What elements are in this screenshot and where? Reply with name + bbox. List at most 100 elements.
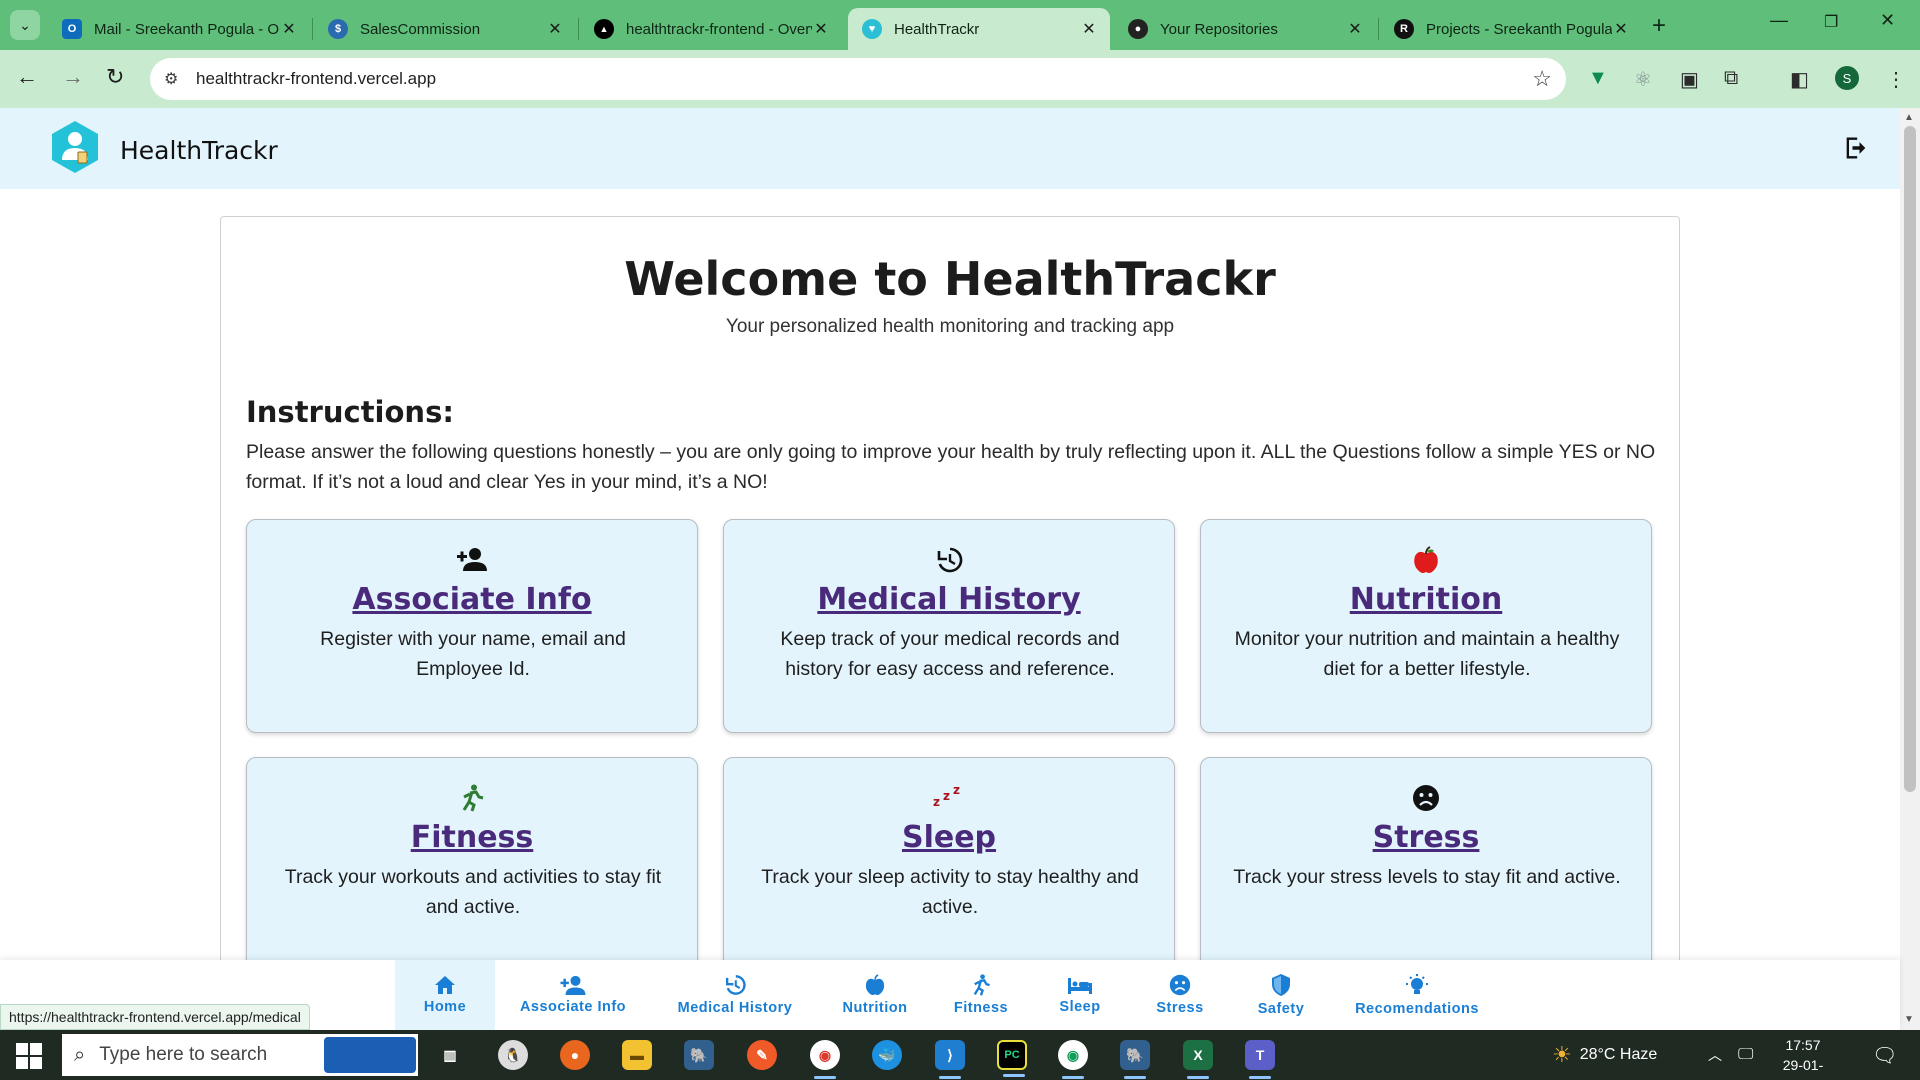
feature-description: Track your workouts and activities to st… (284, 866, 662, 918)
feature-title[interactable]: Medical History (724, 582, 1174, 617)
search-highlight-banner[interactable] (324, 1037, 416, 1073)
url-text[interactable]: healthtrackr-frontend.vercel.app (196, 69, 436, 89)
close-icon[interactable]: ✕ (812, 19, 830, 39)
tab-healthtrackr[interactable]: ♥ HealthTrackr ✕ (848, 8, 1110, 50)
tab-vercel[interactable]: ▲ healthtrackr-frontend - Overview ✕ (580, 8, 842, 50)
network-icon[interactable]: 🖵 (1738, 1030, 1753, 1080)
vscode-icon[interactable]: ⟩ (935, 1040, 965, 1079)
status-bar-url: https://healthtrackr-frontend.vercel.app… (0, 1004, 310, 1030)
feature-description: Register with your name, email and Emplo… (320, 628, 626, 680)
tray-overflow-icon[interactable]: ︿ (1708, 1030, 1722, 1080)
apple-icon (1201, 546, 1651, 574)
profile-avatar[interactable]: S (1835, 66, 1859, 90)
feature-card-medical-history[interactable]: Medical History Keep track of your medic… (723, 519, 1175, 733)
weather-widget[interactable]: ☀ 28°C Haze (1552, 1030, 1657, 1080)
tab-label: Mail - Sreekanth Pogula - Outlook (94, 20, 280, 38)
nav-sleep[interactable]: Sleep (1040, 960, 1120, 1030)
nav-stress[interactable]: Stress (1140, 960, 1220, 1030)
postgres-icon[interactable]: 🐘 (684, 1040, 714, 1070)
nav-safety[interactable]: Safety (1240, 960, 1322, 1030)
docker-icon[interactable]: 🐳 (872, 1040, 902, 1070)
feature-card-associate-info[interactable]: Associate Info Register with your name, … (246, 519, 698, 733)
new-tab-button[interactable]: + (1652, 12, 1666, 40)
tab-search-button[interactable]: ⌄ (10, 10, 40, 40)
scroll-down-icon[interactable]: ▼ (1904, 1014, 1914, 1025)
restore-icon[interactable]: ❐ (1824, 12, 1838, 32)
nav-recommendations[interactable]: Recomendations (1344, 960, 1490, 1030)
nav-label: Sleep (1059, 999, 1101, 1015)
close-icon[interactable]: ✕ (280, 19, 298, 39)
sales-icon: $ (328, 19, 348, 39)
scroll-up-icon[interactable]: ▲ (1904, 112, 1914, 123)
postman-icon[interactable]: ✎ (747, 1040, 777, 1070)
forward-icon[interactable]: → (62, 64, 84, 90)
side-panel-icon[interactable]: ◧ (1790, 67, 1809, 92)
tab-label: Your Repositories (1160, 20, 1278, 38)
bookmark-star-icon[interactable]: ☆ (1532, 66, 1552, 92)
pycharm-icon[interactable]: PC (997, 1040, 1027, 1077)
windows-start-icon[interactable] (16, 1043, 42, 1069)
bed-icon (1068, 978, 1092, 994)
menu-kebab-icon[interactable]: ⋮ (1886, 67, 1906, 92)
instructions-text: Please answer the following questions ho… (246, 441, 1656, 493)
react-devtools-icon[interactable]: ⚛ (1634, 67, 1652, 92)
nav-associate-info[interactable]: Associate Info (505, 960, 641, 1030)
taskbar-clock[interactable]: 17:57 29-01-2024 (1768, 1035, 1838, 1080)
feature-title[interactable]: Stress (1201, 820, 1651, 855)
search-icon: ⌕ (74, 1043, 86, 1066)
shield-icon (1272, 974, 1290, 996)
feature-card-fitness[interactable]: Fitness Track your workouts and activiti… (246, 757, 698, 971)
close-icon[interactable]: ✕ (1346, 19, 1364, 39)
app-title[interactable]: HealthTrackr (120, 136, 278, 165)
reload-icon[interactable]: ↻ (106, 64, 124, 90)
tab-github[interactable]: ● Your Repositories ✕ (1114, 8, 1376, 50)
close-icon[interactable]: ✕ (1080, 19, 1098, 39)
feature-card-sleep[interactable]: zzz Sleep Track your sleep activity to s… (723, 757, 1175, 971)
logout-icon[interactable] (1842, 134, 1870, 162)
penguin-app-icon[interactable]: 🐧 (498, 1040, 528, 1070)
feature-card-nutrition[interactable]: Nutrition Monitor your nutrition and mai… (1200, 519, 1652, 733)
minimize-icon[interactable]: — (1770, 10, 1788, 31)
address-bar[interactable]: ⚙ healthtrackr-frontend.vercel.app ☆ (150, 58, 1566, 100)
teams-icon[interactable]: T (1245, 1040, 1275, 1079)
window-close-icon[interactable]: ✕ (1880, 10, 1895, 31)
scroll-thumb[interactable] (1904, 126, 1916, 792)
nav-label: Fitness (953, 1000, 1009, 1016)
tab-salescommission[interactable]: $ SalesCommission ✕ (314, 8, 576, 50)
chrome-profile-icon[interactable]: ◉ (1058, 1040, 1088, 1079)
site-info-icon[interactable]: ⚙ (164, 69, 178, 89)
nav-medical-history[interactable]: Medical History (662, 960, 808, 1030)
pgadmin-icon[interactable]: 🐘 (1120, 1040, 1150, 1079)
nav-fitness[interactable]: Fitness (940, 960, 1022, 1030)
feature-title[interactable]: Fitness (247, 820, 697, 855)
tab-outlook[interactable]: O Mail - Sreekanth Pogula - Outlook ✕ (48, 8, 310, 50)
back-icon[interactable]: ← (16, 64, 38, 90)
notifications-icon[interactable]: 🗨 (1872, 1030, 1897, 1080)
feature-title[interactable]: Nutrition (1201, 582, 1651, 617)
render-icon: R (1394, 19, 1414, 39)
excel-icon[interactable]: X (1183, 1040, 1213, 1079)
nav-nutrition[interactable]: Nutrition (830, 960, 920, 1030)
vue-devtools-icon[interactable]: ▼ (1588, 67, 1608, 90)
tab-label: healthtrackr-frontend - Overview (626, 20, 812, 38)
tab-render[interactable]: R Projects - Sreekanth Pogula ✕ (1380, 8, 1642, 50)
close-icon[interactable]: ✕ (1612, 19, 1630, 39)
firefox-icon[interactable]: ● (560, 1040, 590, 1070)
chrome-icon[interactable]: ◉ (810, 1040, 840, 1079)
extensions-icon[interactable]: ⧉ (1724, 67, 1738, 90)
feature-title[interactable]: Sleep (724, 820, 1174, 855)
feature-card-stress[interactable]: Stress Track your stress levels to stay … (1200, 757, 1652, 971)
save-extension-icon[interactable]: ▣ (1680, 67, 1699, 92)
close-icon[interactable]: ✕ (546, 19, 564, 39)
task-view-icon[interactable]: ▥ (435, 1040, 465, 1070)
browser-tab-strip: ⌄ O Mail - Sreekanth Pogula - Outlook ✕ … (0, 0, 1920, 50)
nav-home[interactable]: Home (395, 960, 495, 1030)
file-explorer-icon[interactable]: ▬ (622, 1040, 652, 1070)
taskbar-search[interactable]: ⌕ Type here to search (62, 1034, 418, 1076)
nav-label: Medical History (677, 1000, 793, 1016)
feature-title[interactable]: Associate Info (247, 582, 697, 617)
feature-description: Track your sleep activity to stay health… (761, 866, 1139, 918)
svg-text:z: z (933, 795, 940, 808)
page-scrollbar[interactable]: ▲ ▼ (1900, 108, 1920, 1030)
clock-time: 17:57 (1785, 1037, 1821, 1053)
